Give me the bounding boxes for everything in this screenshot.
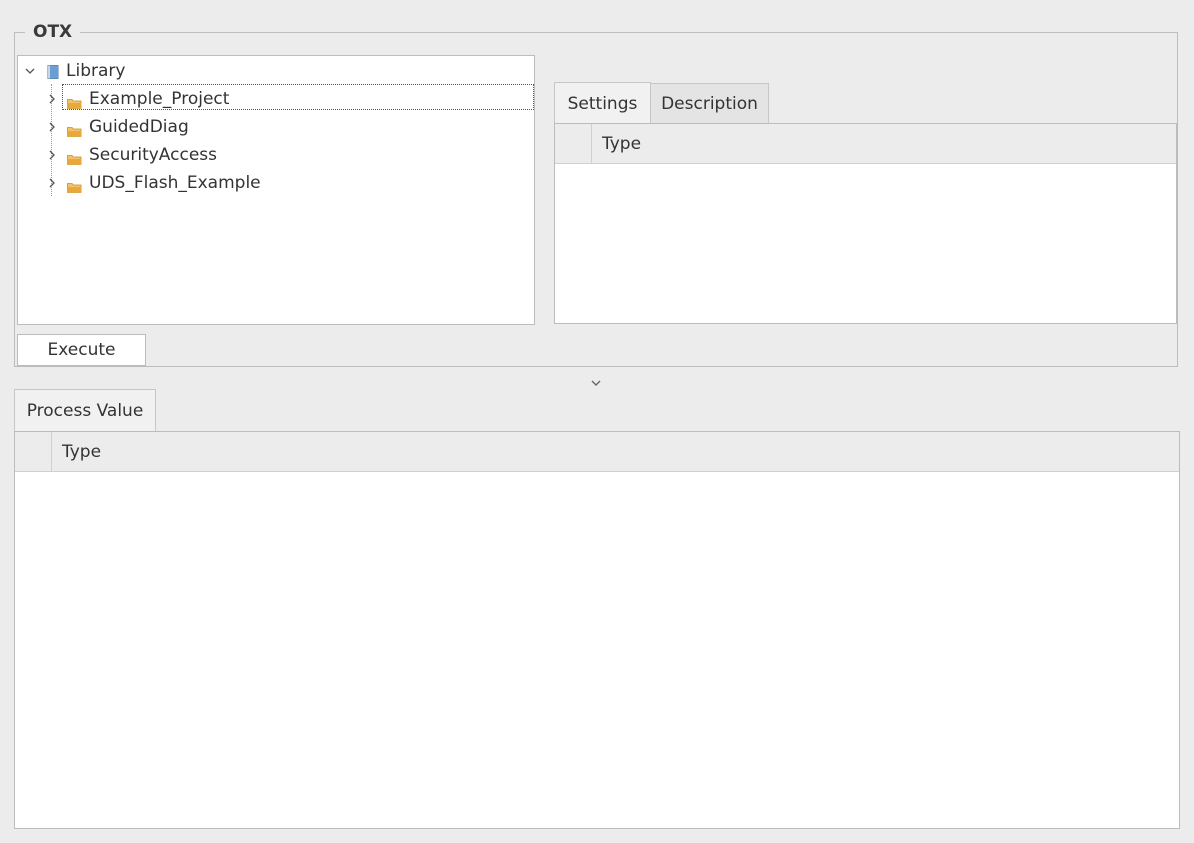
grid-header: Type	[555, 124, 1176, 164]
chevron-right-icon[interactable]	[47, 122, 57, 132]
column-label: Type	[602, 133, 642, 154]
tree-item-uds-flash-example[interactable]: UDS_Flash_Example	[18, 170, 534, 196]
column-header-type[interactable]: Type	[62, 432, 101, 471]
chevron-down-icon[interactable]	[25, 66, 35, 76]
splitter-chevron-down-icon[interactable]	[590, 374, 602, 386]
settings-grid[interactable]: Type	[554, 123, 1177, 324]
folder-icon	[67, 94, 82, 109]
tree-item-guideddiag[interactable]: GuidedDiag	[18, 114, 534, 140]
tab-label: Description	[661, 94, 758, 114]
execute-button[interactable]: Execute	[17, 334, 146, 366]
tab-process-value[interactable]: Process Value	[14, 389, 156, 432]
chevron-right-icon[interactable]	[47, 150, 57, 160]
tree-item-label: SecurityAccess	[89, 145, 218, 165]
row-indicator-header	[15, 432, 52, 471]
group-title: OTX	[25, 22, 81, 42]
tab-label: Settings	[567, 93, 638, 114]
book-icon	[47, 64, 59, 79]
library-tree[interactable]: Library Example_Project GuidedDiag Secur…	[17, 55, 535, 325]
tab-settings[interactable]: Settings	[554, 82, 651, 124]
tab-description[interactable]: Description	[650, 83, 769, 124]
folder-icon	[67, 178, 82, 193]
tab-label: Process Value	[26, 401, 144, 421]
tree-item-label: GuidedDiag	[89, 117, 189, 137]
tree-root-label: Library	[66, 61, 126, 81]
column-label: Type	[62, 441, 102, 462]
tree-item-label: UDS_Flash_Example	[89, 173, 261, 193]
folder-icon	[67, 150, 82, 165]
tree-item-label: Example_Project	[89, 89, 230, 109]
tree-item-securityaccess[interactable]: SecurityAccess	[18, 142, 534, 168]
otx-window: OTX Library Example_Project GuidedDiag S…	[0, 0, 1194, 843]
chevron-right-icon[interactable]	[47, 94, 57, 104]
process-value-grid[interactable]: Type	[14, 431, 1180, 829]
row-indicator-header	[555, 124, 592, 163]
chevron-right-icon[interactable]	[47, 178, 57, 188]
grid-header: Type	[15, 432, 1179, 472]
tree-item-example-project[interactable]: Example_Project	[18, 86, 534, 112]
folder-icon	[67, 122, 82, 137]
tree-root-library[interactable]: Library	[18, 58, 534, 84]
execute-button-label: Execute	[47, 340, 116, 360]
column-header-type[interactable]: Type	[602, 124, 641, 163]
